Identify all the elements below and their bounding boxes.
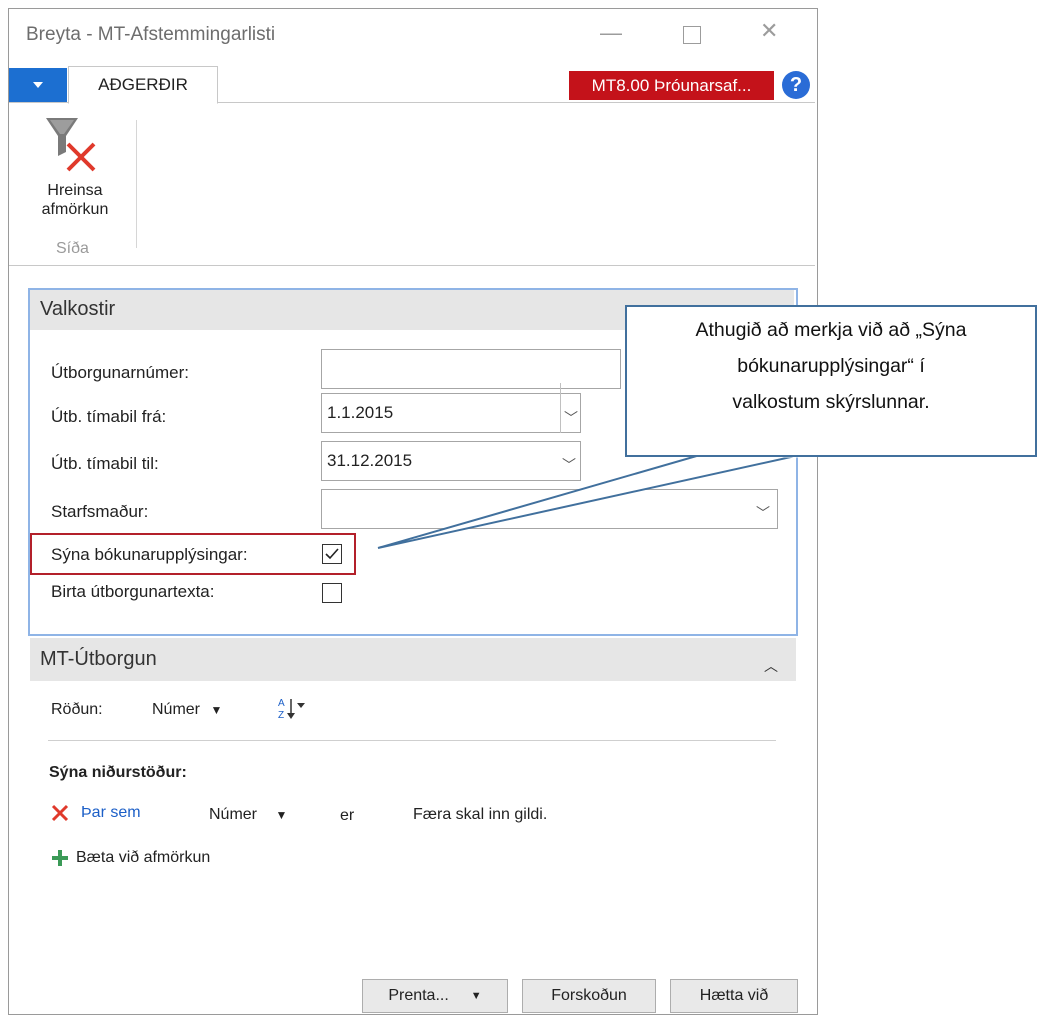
callout-line-3: valkostum skýrslunnar.	[732, 391, 930, 413]
callout-pointer	[377, 454, 801, 549]
callout-line-1: Athugið að merkja við að „Sýna	[695, 319, 967, 341]
callout-text: Athugið að merkja við að „Sýna bókunarup…	[627, 312, 1035, 420]
callout-line-2: bókunarupplýsingar“ í	[737, 355, 925, 377]
